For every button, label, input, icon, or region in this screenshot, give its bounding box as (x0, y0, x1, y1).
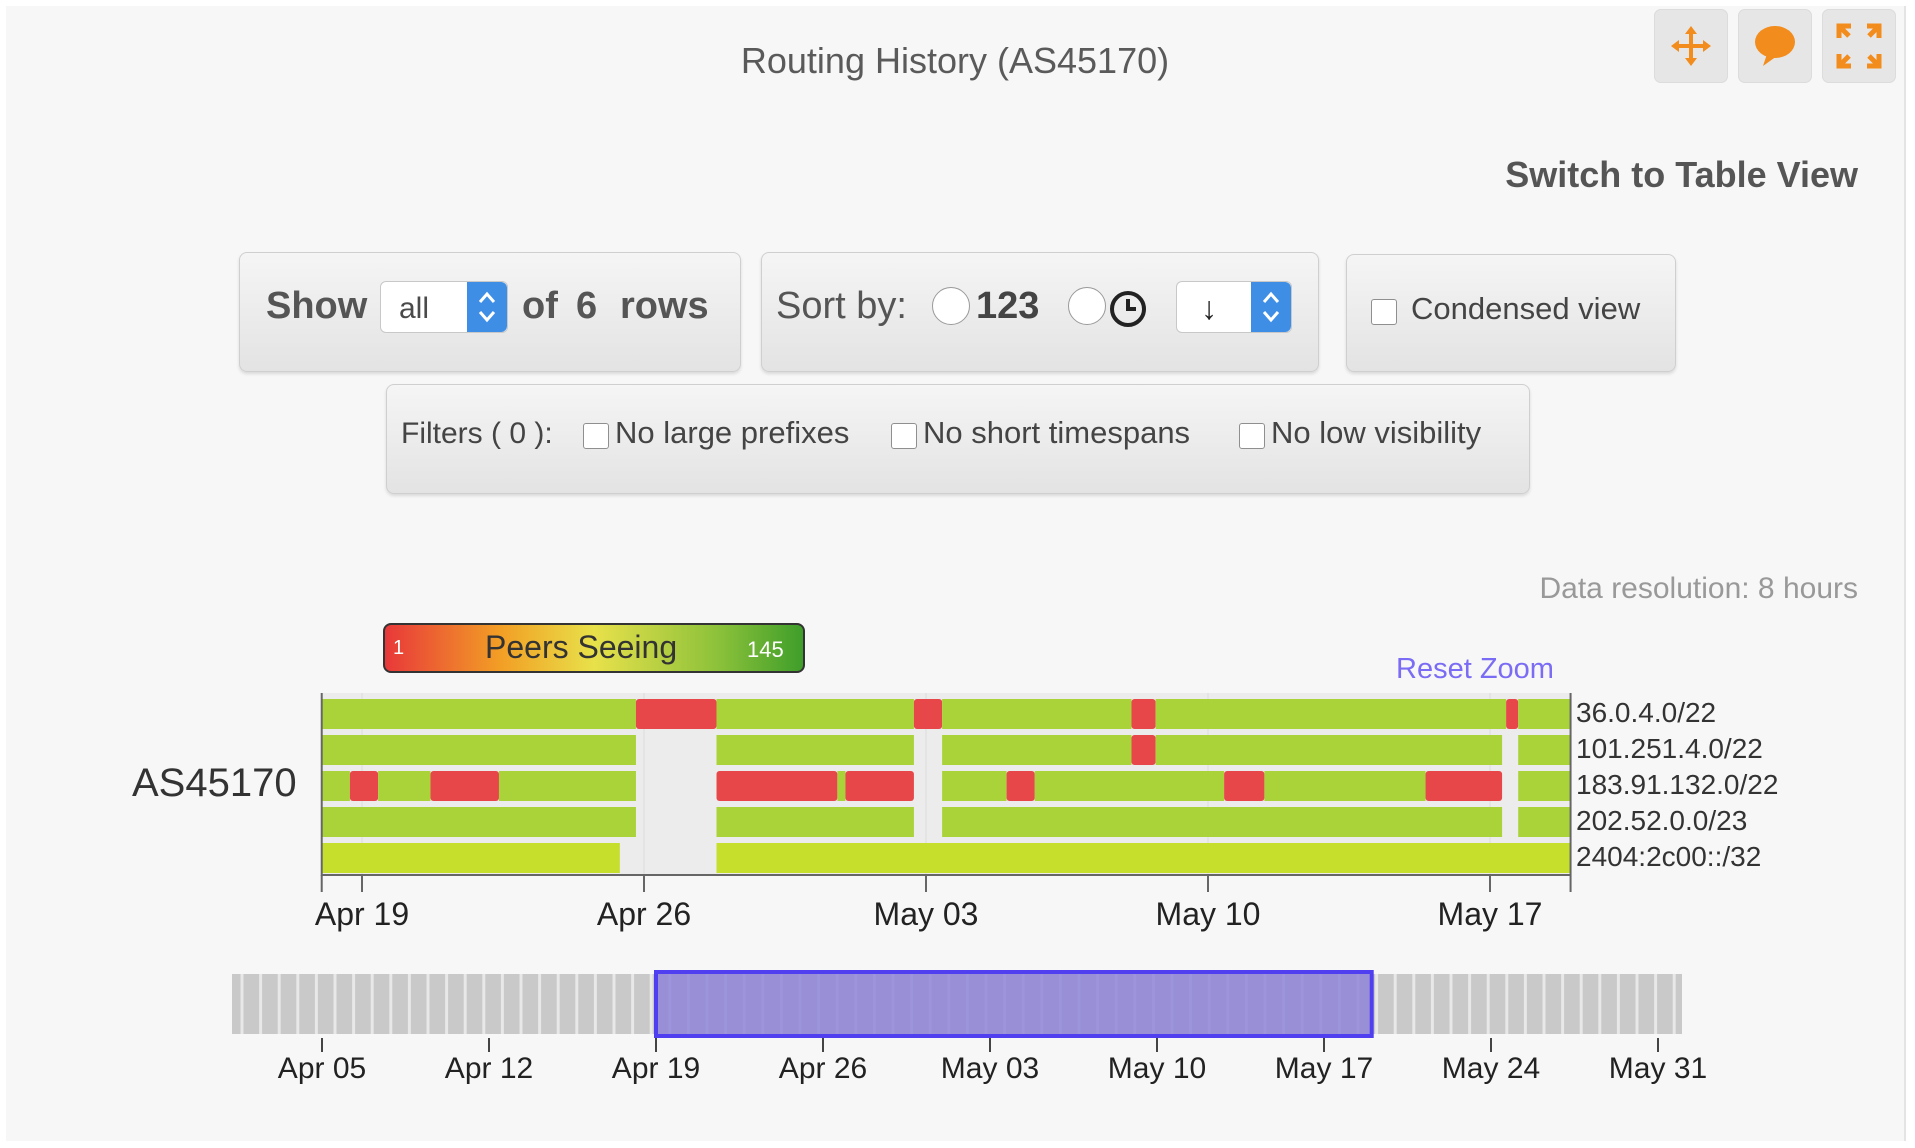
timeline-segment-full (498, 771, 636, 801)
routing-history-panel: Routing History (AS45170) Switch to Tabl… (6, 6, 1906, 1141)
prefix-label: 36.0.4.0/22 (1576, 697, 1717, 728)
timeline-segment-full (942, 699, 1132, 729)
timeline-segment-low (845, 771, 914, 801)
navigator-tick-label: May 31 (1608, 1052, 1708, 1085)
timeline-segment-full (716, 807, 914, 837)
navigator-tick-label: May 10 (1107, 1052, 1207, 1085)
timeline-segment-full (942, 771, 1007, 801)
x-tick-label: Apr 19 (314, 896, 410, 932)
x-tick-label: May 03 (873, 896, 979, 932)
navigator-tick-label: Apr 19 (611, 1052, 701, 1085)
timeline-segment-full (1264, 771, 1426, 801)
navigator-tick-label: May 03 (940, 1052, 1040, 1085)
timeline-segment-full (321, 735, 636, 765)
timeline-segment-full (321, 807, 636, 837)
timeline-segment-full (1518, 735, 1571, 765)
routing-timeline-chart (232, 693, 1682, 1052)
timeline-segment-full (321, 771, 350, 801)
timeline-segment-low (430, 771, 499, 801)
prefix-label: 183.91.132.0/22 (1576, 769, 1779, 800)
x-tick-label: Apr 26 (596, 896, 692, 932)
timeline-segment-full (321, 699, 636, 729)
timeline-segment-low (1131, 735, 1156, 765)
timeline-segment-low (349, 771, 379, 801)
x-tick-label: May 10 (1155, 896, 1261, 932)
timeline-segment-full (1518, 771, 1571, 801)
navigator-selection (654, 970, 1374, 1038)
timeline-segment-full (1518, 807, 1571, 837)
navigator-tick-label: May 24 (1441, 1052, 1541, 1085)
timeline-segment-full (942, 735, 1132, 765)
timeline-segment-low (716, 771, 838, 801)
timeline-segment-low (1006, 771, 1035, 801)
x-tick-label: May 17 (1437, 896, 1543, 932)
timeline-segment-full (942, 807, 1503, 837)
prefix-label: 101.251.4.0/22 (1576, 733, 1763, 764)
timeline-segment-low (913, 699, 943, 729)
timeline-segment-full (716, 735, 914, 765)
navigator-tick-label: Apr 05 (277, 1052, 367, 1085)
timeline-segment-full (1155, 699, 1507, 729)
timeline-segment-low (1425, 771, 1503, 801)
timeline-segment-mid (716, 843, 1571, 873)
timeline-segment-low (1506, 699, 1519, 729)
timeline-segment-full (1518, 699, 1571, 729)
timeline-segment-full (716, 699, 914, 729)
navigator-tick-label: May 17 (1274, 1052, 1374, 1085)
navigator-tick-label: Apr 12 (444, 1052, 534, 1085)
timeline-segment-low (1131, 699, 1156, 729)
timeline-segment-full (1155, 735, 1503, 765)
navigator-tick-label: Apr 26 (778, 1052, 868, 1085)
prefix-label: 2404:2c00::/32 (1576, 841, 1762, 872)
timeline-segment-full (378, 771, 431, 801)
timeline-segment-mid (321, 843, 620, 873)
timeline-segment-low (635, 699, 717, 729)
timeline-segment-full (837, 771, 846, 801)
timeline-segment-full (1034, 771, 1225, 801)
timeline-segment-low (1224, 771, 1265, 801)
prefix-label: 202.52.0.0/23 (1576, 805, 1748, 836)
